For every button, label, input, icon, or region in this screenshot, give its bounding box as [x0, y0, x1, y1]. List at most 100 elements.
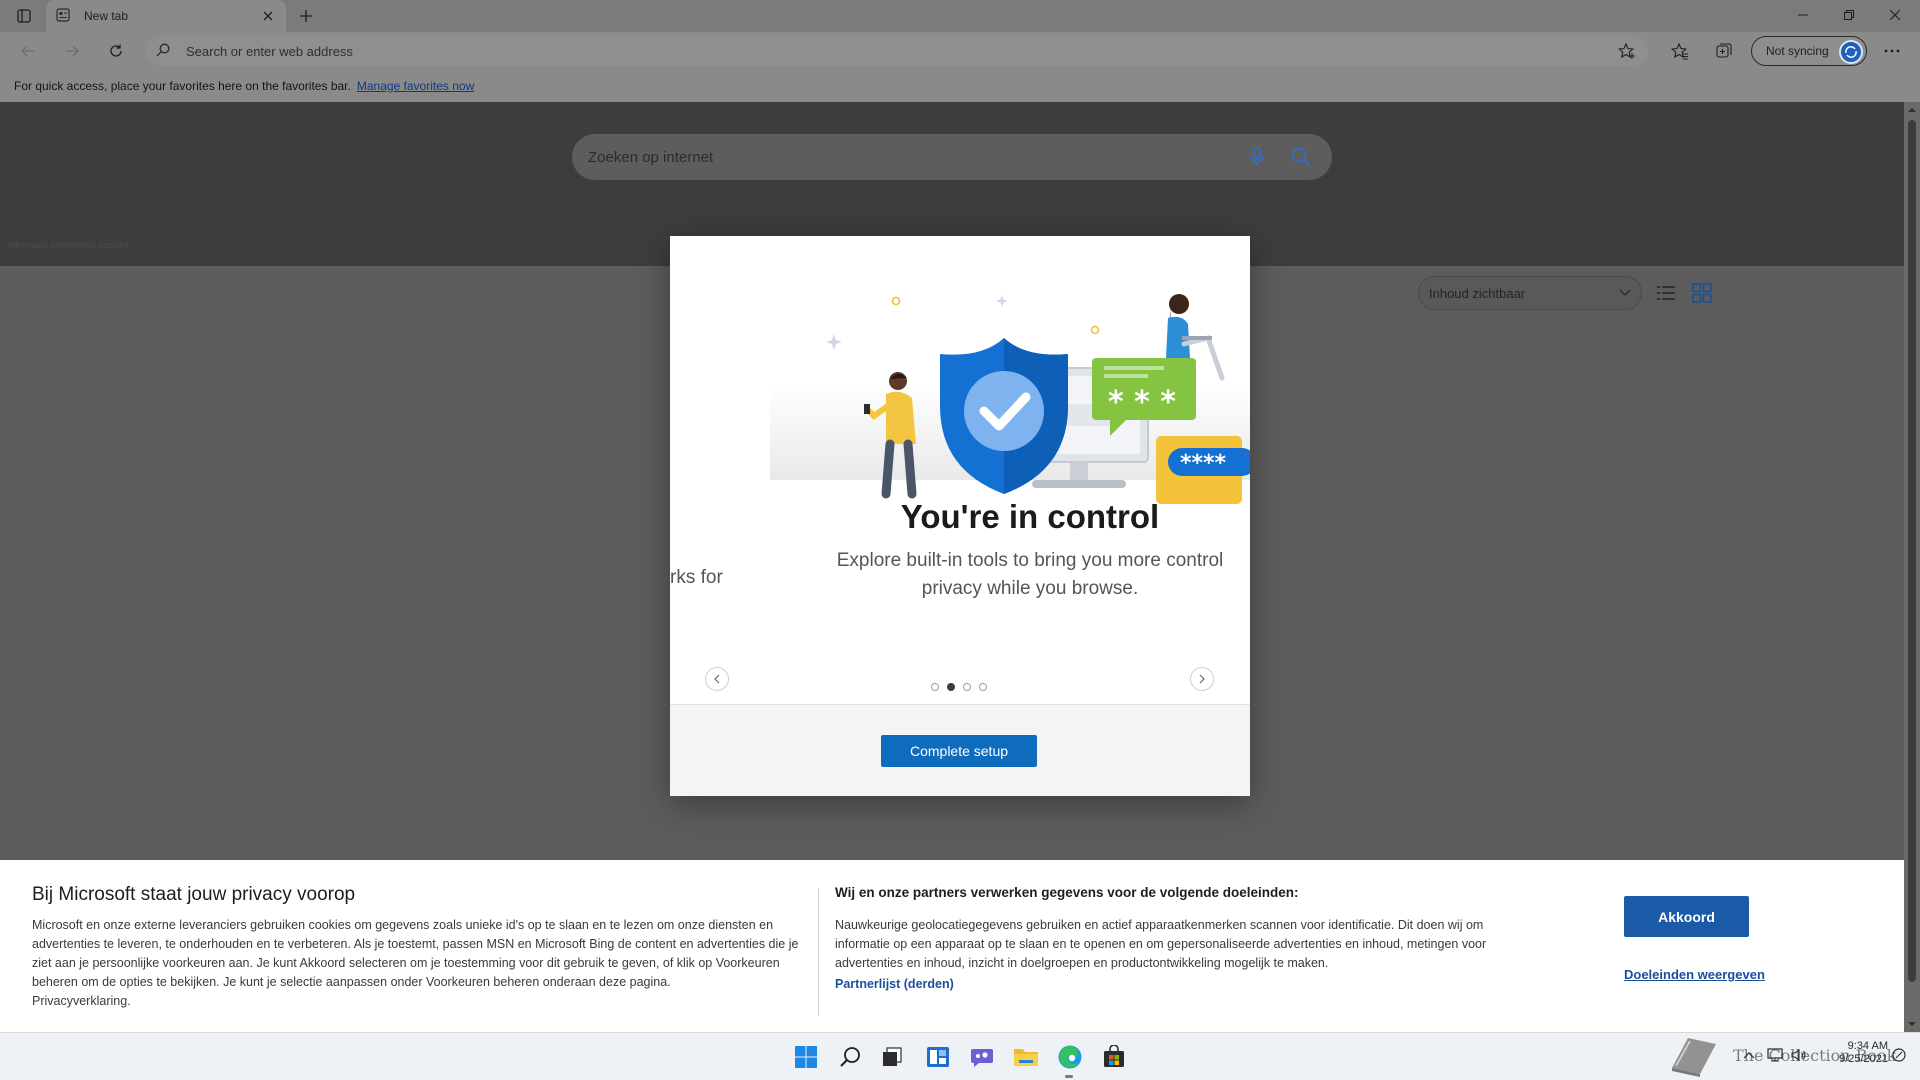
tab-new-tab[interactable]: New tab	[46, 0, 286, 32]
web-search-box[interactable]	[572, 134, 1332, 180]
teams-chat-button[interactable]	[966, 1041, 998, 1073]
sync-status-label: Not syncing	[1766, 44, 1829, 58]
list-view-icon	[1657, 286, 1675, 300]
address-bar[interactable]	[146, 36, 1648, 66]
page-scrollbar[interactable]	[1904, 102, 1920, 1032]
widgets-icon	[927, 1047, 949, 1067]
partner-list-link[interactable]: Partnerlijst (derden)	[835, 977, 954, 991]
restore-button[interactable]	[1826, 0, 1872, 30]
next-slide-button[interactable]	[1190, 667, 1214, 691]
view-purposes-link[interactable]: Doeleinden weergeven	[1624, 967, 1765, 982]
scroll-down-icon[interactable]	[1908, 1020, 1916, 1028]
restore-icon	[1844, 10, 1854, 20]
quicklinks-toggle[interactable]: Snelkoppelingen	[1332, 194, 1498, 209]
tab-title: New tab	[84, 9, 129, 23]
refresh-button[interactable]	[100, 36, 132, 66]
scrollbar-thumb[interactable]	[1908, 120, 1916, 982]
chevron-down-icon	[1486, 198, 1498, 206]
card-password-mask: * * *	[1108, 385, 1176, 420]
taskbar-search-button[interactable]	[834, 1041, 866, 1073]
privacy-illustration: * * * ****	[770, 294, 1250, 504]
task-view-icon	[883, 1047, 902, 1066]
close-icon	[1890, 10, 1900, 20]
add-favorite-icon[interactable]	[1618, 42, 1636, 60]
grid-view-icon	[1692, 283, 1712, 303]
minimize-icon	[1798, 14, 1808, 16]
slide-pagination	[931, 683, 987, 691]
pagination-dot-2[interactable]	[947, 683, 955, 691]
partners-description: Nauwkeurige geolocatiegegevens gebruiken…	[835, 918, 1487, 970]
settings-more-button[interactable]	[1880, 39, 1904, 63]
pagination-dot-4[interactable]	[979, 683, 987, 691]
search-icon	[156, 43, 172, 59]
close-window-button[interactable]	[1872, 0, 1918, 30]
tab-actions-button[interactable]	[8, 4, 40, 28]
grid-view-button[interactable]	[1691, 282, 1713, 304]
file-explorer-button[interactable]	[1010, 1041, 1042, 1073]
scroll-up-icon[interactable]	[1908, 106, 1916, 114]
chevron-left-icon	[714, 674, 720, 684]
privacy-statement-link[interactable]: Privacyverklaring.	[32, 992, 802, 1011]
profile-avatar-icon	[1839, 40, 1863, 64]
address-input[interactable]	[186, 43, 1618, 59]
lock-password-mask: ****	[1180, 451, 1227, 476]
task-view-button[interactable]	[876, 1041, 908, 1073]
browser-toolbar	[0, 32, 1920, 70]
clock-date: 9/25/2021	[1839, 1053, 1888, 1065]
system-clock[interactable]: 9:34 AM 9/25/2021	[1820, 1040, 1888, 1066]
edge-browser-button[interactable]	[1054, 1041, 1086, 1073]
minimize-button[interactable]	[1780, 0, 1826, 30]
cookies-info-link[interactable]: Informatie betreffende cookies	[8, 240, 129, 250]
volume-button[interactable]	[1790, 1046, 1808, 1064]
back-button[interactable]	[12, 36, 44, 66]
notifications-button[interactable]	[1890, 1046, 1908, 1064]
arrow-right-icon	[66, 45, 79, 57]
network-icon	[1767, 1048, 1783, 1062]
plus-icon	[300, 10, 312, 22]
manage-favorites-link[interactable]: Manage favorites now	[357, 79, 474, 93]
favorites-button[interactable]	[1668, 39, 1692, 63]
new-tab-button[interactable]	[292, 4, 320, 28]
volume-icon	[1791, 1048, 1806, 1062]
profile-sync-button[interactable]: Not syncing	[1751, 36, 1867, 66]
content-visibility-label: Inhoud zichtbaar	[1429, 285, 1526, 301]
content-visibility-select[interactable]: Inhoud zichtbaar	[1418, 276, 1642, 310]
store-button[interactable]	[1098, 1041, 1130, 1073]
pagination-dot-1[interactable]	[931, 683, 939, 691]
pagination-dot-3[interactable]	[963, 683, 971, 691]
accept-button[interactable]: Akkoord	[1624, 896, 1749, 937]
web-search-input[interactable]	[588, 148, 1246, 166]
notification-icon	[1892, 1048, 1906, 1062]
edge-running-indicator	[1065, 1075, 1073, 1078]
collections-button[interactable]	[1712, 39, 1736, 63]
more-dots-icon	[1884, 49, 1900, 53]
refresh-icon	[110, 44, 122, 57]
forward-button[interactable]	[56, 36, 88, 66]
search-icon	[840, 1047, 860, 1067]
file-explorer-icon	[1014, 1049, 1038, 1066]
teams-chat-icon	[971, 1049, 993, 1067]
favorites-bar: For quick access, place your favorites h…	[0, 70, 1920, 102]
edge-icon	[1058, 1045, 1082, 1069]
start-icon	[795, 1046, 817, 1068]
microphone-icon[interactable]	[1246, 146, 1268, 168]
start-button[interactable]	[790, 1041, 822, 1073]
close-tab-icon[interactable]	[260, 8, 276, 24]
widgets-button[interactable]	[922, 1041, 954, 1073]
privacy-heading: Bij Microsoft staat jouw privacy voorop	[32, 884, 356, 905]
slide-description-line-2: privacy while you browse.	[921, 578, 1139, 599]
previous-slide-button[interactable]	[705, 667, 729, 691]
list-view-button[interactable]	[1655, 282, 1677, 304]
privacy-description: Microsoft en onze externe leveranciers g…	[32, 916, 802, 1011]
search-icon[interactable]	[1290, 146, 1312, 168]
onboarding-dialog: * * * **** rks for You're in control Exp…	[670, 236, 1250, 796]
new-tab-favicon-icon	[56, 8, 72, 24]
chevron-up-icon	[1743, 1052, 1755, 1059]
network-button[interactable]	[1766, 1046, 1784, 1064]
previous-slide-text: rks for	[670, 567, 723, 588]
complete-setup-button[interactable]: Complete setup	[881, 735, 1037, 767]
privacy-consent-banner: Bij Microsoft staat jouw privacy voorop …	[0, 860, 1904, 1032]
slide-title: You're in control	[900, 498, 1160, 535]
favorites-icon	[1671, 42, 1688, 60]
tray-overflow-button[interactable]	[1740, 1046, 1758, 1064]
